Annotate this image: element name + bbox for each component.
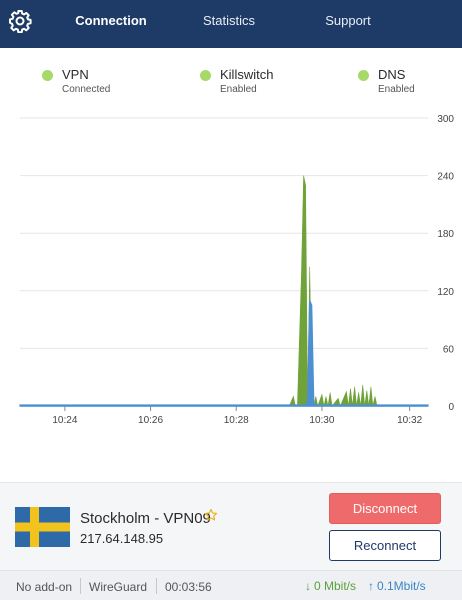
tab-connection[interactable]: Connection [72, 0, 150, 48]
server-name: Stockholm - VPN09 [80, 510, 211, 527]
download-value: 0 Mbit/s [314, 579, 357, 593]
status-footer: No add-on WireGuard 00:03:56 ↓ 0 Mbit/s ↑… [0, 570, 462, 600]
addon-status: No add-on [16, 580, 73, 594]
tab-support[interactable]: Support [320, 0, 376, 48]
reconnect-button[interactable]: Reconnect [329, 530, 441, 561]
series-area-1 [19, 300, 429, 407]
server-panel: Stockholm - VPN09 217.64.148.95 Disconne… [0, 482, 462, 570]
y-tick-label: 120 [437, 287, 454, 298]
status-value: Enabled [378, 84, 415, 95]
y-tick-label: 240 [437, 172, 454, 183]
status-label: VPN [62, 67, 89, 82]
status-value: Connected [62, 84, 111, 95]
top-nav-bar: Connection Statistics Support [0, 0, 462, 48]
status-label: DNS [378, 67, 406, 82]
y-tick-label: 0 [448, 402, 454, 413]
tab-statistics[interactable]: Statistics [196, 0, 262, 48]
y-tick-label: 60 [443, 344, 455, 355]
upload-speed: ↑ 0.1Mbit/s [368, 579, 426, 593]
divider [80, 578, 81, 594]
x-tick-label: 10:28 [224, 415, 249, 426]
traffic-chart: 0 60 120 180 240 300 10:24 10:26 10:28 10:30 10:32 [19, 114, 455, 426]
gear-icon[interactable] [8, 9, 32, 33]
server-ip: 217.64.148.95 [80, 531, 164, 546]
protocol-label: WireGuard [89, 580, 148, 594]
arrow-up-icon: ↑ [368, 579, 374, 593]
status-dot [42, 70, 53, 81]
x-tick-label: 10:26 [138, 415, 163, 426]
upload-value: 0.1Mbit/s [377, 579, 426, 593]
star-icon[interactable] [204, 508, 218, 522]
download-speed: ↓ 0 Mbit/s [305, 579, 356, 593]
divider [156, 578, 157, 594]
y-tick-label: 180 [437, 229, 454, 240]
status-dot [200, 70, 211, 81]
x-tick-label: 10:30 [309, 415, 334, 426]
x-tick-label: 10:24 [52, 415, 77, 426]
x-tick-label: 10:32 [397, 415, 422, 426]
y-tick-label: 300 [437, 114, 454, 125]
connection-duration: 00:03:56 [165, 580, 212, 594]
disconnect-button[interactable]: Disconnect [329, 493, 441, 524]
status-value: Enabled [220, 84, 257, 95]
status-dot [358, 70, 369, 81]
status-label: Killswitch [220, 67, 274, 82]
sweden-flag [15, 507, 70, 547]
arrow-down-icon: ↓ [305, 579, 311, 593]
